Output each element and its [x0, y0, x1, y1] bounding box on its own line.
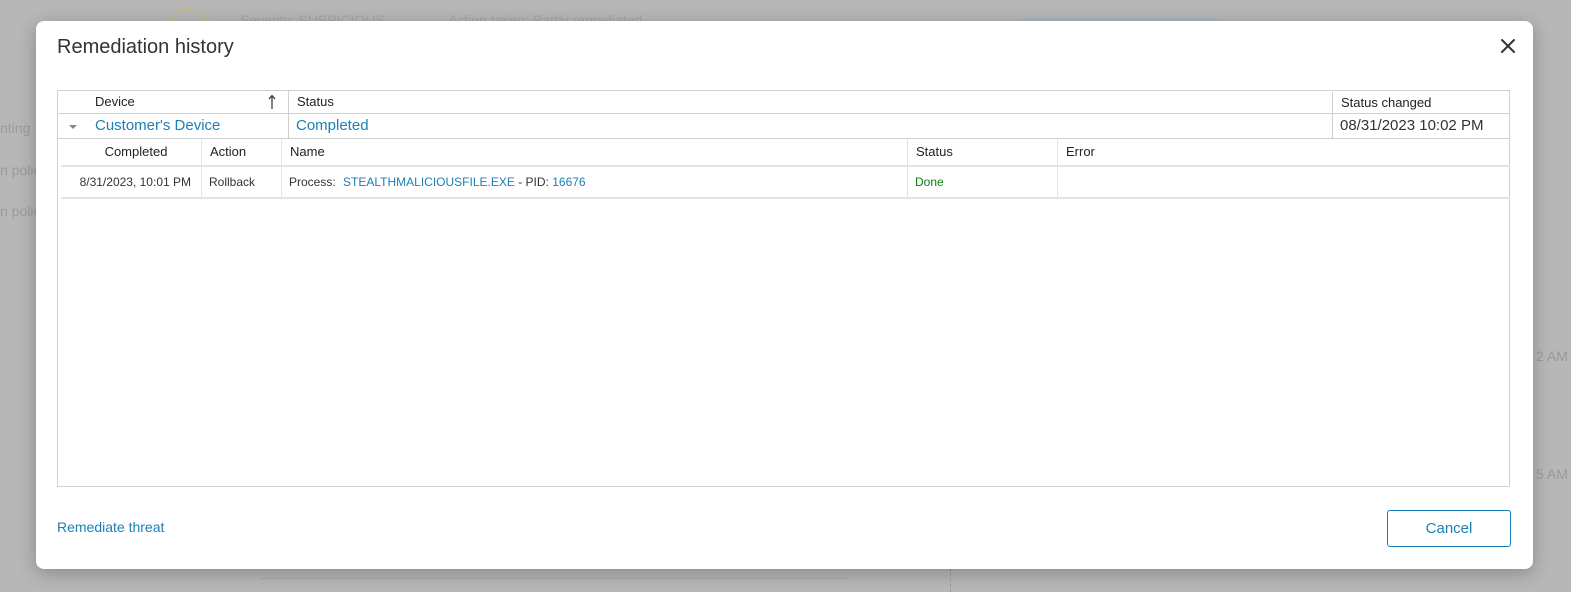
bg-divider	[260, 578, 850, 579]
row-action: Rollback	[201, 167, 281, 197]
cancel-button[interactable]: Cancel	[1387, 510, 1511, 547]
column-header-label: Status changed	[1341, 95, 1432, 110]
row-error	[1057, 167, 1510, 197]
sub-header-action[interactable]: Action	[201, 139, 281, 165]
bg-left-text: n polic	[0, 162, 41, 178]
bg-left-text: nting	[0, 120, 31, 136]
device-status-changed: 08/31/2023 10:02 PM	[1332, 114, 1511, 138]
row-name-prefix: Process:	[289, 175, 336, 189]
grid-header: Device Status Status changed	[58, 91, 1509, 114]
row-name-mid: - PID:	[518, 175, 549, 189]
bg-dashed-line	[950, 568, 951, 592]
close-button[interactable]	[1497, 35, 1519, 57]
table-row[interactable]: 8/31/2023, 10:01 PM Rollback Process: ST…	[61, 167, 1510, 199]
expand-caret-icon[interactable]	[68, 123, 78, 131]
device-status-link[interactable]: Completed	[296, 117, 369, 134]
column-header-device[interactable]: Device	[58, 91, 288, 113]
column-header-label: Device	[95, 94, 135, 109]
column-header-status[interactable]: Status	[288, 91, 1332, 113]
row-name: Process: STEALTHMALICIOUSFILE.EXE - PID:…	[281, 167, 907, 197]
sort-ascending-icon	[268, 94, 276, 109]
process-link[interactable]: STEALTHMALICIOUSFILE.EXE	[343, 175, 515, 189]
close-icon	[1501, 39, 1515, 53]
row-completed: 8/31/2023, 10:01 PM	[79, 175, 191, 189]
column-header-status-changed[interactable]: Status changed	[1332, 92, 1511, 114]
bg-left-text: n polic	[0, 203, 41, 219]
pid-link[interactable]: 16676	[552, 175, 585, 189]
device-link[interactable]: Customer's Device	[95, 114, 220, 138]
device-cell: Customer's Device	[58, 114, 288, 138]
remediation-grid: Device Status Status changed Customer's …	[57, 90, 1510, 487]
dialog-title: Remediation history	[57, 36, 234, 58]
sub-header-completed[interactable]: Completed	[61, 139, 201, 165]
remediation-history-dialog: Remediation history Device Status Status…	[36, 21, 1533, 569]
column-header-label: Status	[297, 94, 334, 109]
sub-header-name[interactable]: Name	[281, 139, 907, 165]
sub-table-header: Completed Action Name Status Error	[61, 139, 1510, 167]
row-status: Done	[907, 167, 1057, 197]
sub-header-status[interactable]: Status	[907, 139, 1057, 165]
sub-header-error[interactable]: Error	[1057, 139, 1510, 165]
remediate-threat-link[interactable]: Remediate threat	[57, 519, 164, 535]
device-row[interactable]: Customer's Device Completed 08/31/2023 1…	[58, 114, 1509, 139]
bg-right-text: 5 AM	[1536, 466, 1568, 482]
device-status-cell: Completed	[288, 114, 1332, 138]
bg-right-text: 2 AM	[1536, 348, 1568, 364]
